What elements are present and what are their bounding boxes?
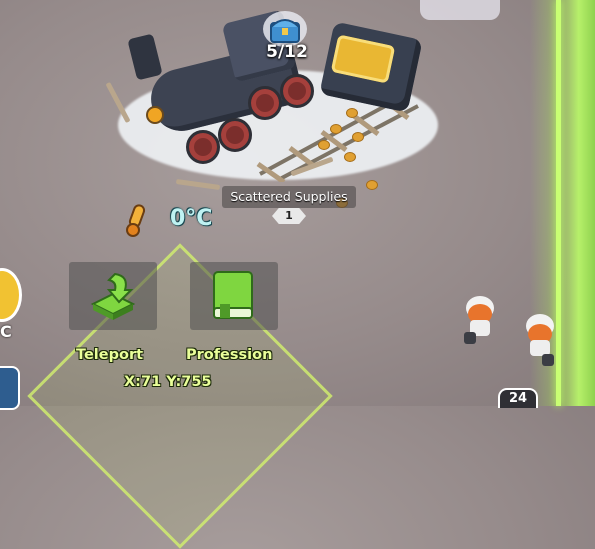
thermometer-icon: [126, 204, 146, 237]
wood-plank: [105, 81, 131, 124]
snow-mound-decoration: [420, 0, 500, 20]
locomotive-wheel: [218, 118, 252, 152]
teleport-label[interactable]: Teleport: [76, 347, 143, 363]
coin: [366, 180, 378, 190]
coin: [318, 140, 330, 150]
teleport-arrow-icon: [90, 272, 136, 320]
book-icon: [213, 271, 253, 319]
resource-level-badge: 1: [272, 208, 306, 224]
coin: [352, 132, 364, 142]
temperature-readout: 0°C: [170, 206, 213, 231]
survivor-unit[interactable]: [458, 292, 498, 348]
locomotive-wheel: [280, 74, 314, 108]
locomotive-wheel: [248, 86, 282, 120]
locomotive-wheel: [186, 130, 220, 164]
coin: [330, 124, 342, 134]
locomotive-lamp: [146, 106, 164, 124]
resource-name-label: Scattered Supplies: [222, 186, 356, 208]
chest-counter: 5/12: [266, 42, 308, 62]
map-coordinates: X:71 Y:755: [124, 374, 212, 390]
side-panel-icon[interactable]: [0, 366, 20, 410]
coin: [344, 152, 356, 162]
left-widget-label: C: [0, 322, 12, 341]
profession-label[interactable]: Profession: [186, 347, 272, 363]
teleport-button[interactable]: [69, 262, 157, 330]
coin: [346, 108, 358, 118]
squad-count-badge[interactable]: 24: [498, 388, 538, 408]
survivor-unit[interactable]: [520, 312, 560, 368]
locomotive-chimney: [127, 33, 163, 81]
profession-button[interactable]: [190, 262, 278, 330]
event-widget-icon[interactable]: [0, 268, 22, 322]
wood-plank: [175, 178, 221, 191]
